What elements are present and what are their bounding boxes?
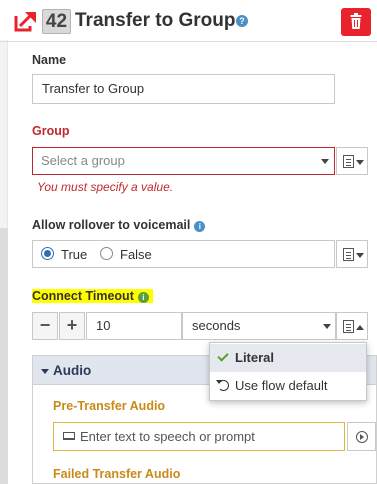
chevron-down-icon <box>41 369 49 374</box>
chevron-down-icon <box>323 324 331 329</box>
document-icon <box>343 155 354 168</box>
radio-true-label[interactable]: True <box>61 247 87 262</box>
document-icon <box>343 248 354 261</box>
left-scroll-track[interactable] <box>0 228 8 484</box>
menu-item-literal[interactable]: Literal <box>210 344 366 372</box>
play-button[interactable] <box>347 422 376 451</box>
rollover-label-text: Allow rollover to voicemail <box>32 218 191 232</box>
rollover-mode-button[interactable] <box>336 240 368 268</box>
group-label: Group <box>32 124 70 138</box>
action-header: 42 Transfer to Group ? <box>0 0 377 42</box>
laptop-icon <box>63 432 75 440</box>
document-icon <box>343 320 354 333</box>
trash-icon <box>350 13 362 29</box>
timeout-unit-value: seconds <box>192 318 241 333</box>
group-mode-button[interactable] <box>336 147 368 175</box>
timeout-value-input[interactable]: 10 <box>86 312 182 340</box>
rollover-label: Allow rollover to voicemail i <box>32 218 206 232</box>
timeout-label-text: Connect Timeout <box>32 289 134 303</box>
chevron-down-icon <box>356 160 364 165</box>
timeout-label-highlight: Connect Timeout i <box>32 289 153 303</box>
check-icon <box>217 350 229 362</box>
transfer-icon <box>14 12 36 32</box>
page-title: Transfer to Group <box>75 10 236 31</box>
action-number-badge: 42 <box>42 9 71 34</box>
group-error-message: You must specify a value. <box>37 180 174 194</box>
radio-true[interactable] <box>41 247 54 260</box>
prompt-placeholder: Enter text to speech or prompt <box>80 429 255 444</box>
decrement-button[interactable]: − <box>32 312 58 340</box>
menu-item-use-flow-default-label: Use flow default <box>235 378 328 393</box>
play-icon <box>356 431 368 443</box>
timeout-label: Connect Timeout i <box>32 289 153 303</box>
timeout-unit-select[interactable]: seconds <box>182 312 336 340</box>
name-input[interactable]: Transfer to Group <box>32 74 335 104</box>
undo-icon <box>216 380 229 391</box>
rollover-radio-group: True False <box>32 240 335 268</box>
audio-panel-title: Audio <box>53 363 92 378</box>
menu-item-literal-label: Literal <box>235 350 275 365</box>
increment-button[interactable]: + <box>59 312 85 340</box>
pre-transfer-prompt-input[interactable]: Enter text to speech or prompt <box>53 422 345 451</box>
chevron-up-icon <box>356 325 364 330</box>
failed-transfer-audio-label: Failed Transfer Audio <box>53 467 181 481</box>
help-icon[interactable]: ? <box>236 15 248 27</box>
name-label: Name <box>32 53 67 67</box>
chevron-down-icon <box>356 253 364 258</box>
chevron-down-icon <box>321 159 329 164</box>
info-icon[interactable]: i <box>137 292 149 303</box>
timeout-mode-button[interactable] <box>336 312 368 340</box>
menu-item-use-flow-default[interactable]: Use flow default <box>210 372 366 400</box>
info-icon[interactable]: i <box>194 221 206 232</box>
delete-button[interactable] <box>341 8 371 36</box>
radio-false-label[interactable]: False <box>120 247 152 262</box>
radio-false[interactable] <box>100 247 113 260</box>
group-select-placeholder: Select a group <box>41 153 125 168</box>
mode-dropdown-menu: Literal Use flow default <box>209 342 367 401</box>
pre-transfer-audio-label: Pre-Transfer Audio <box>53 399 166 413</box>
group-select[interactable]: Select a group <box>32 147 335 175</box>
